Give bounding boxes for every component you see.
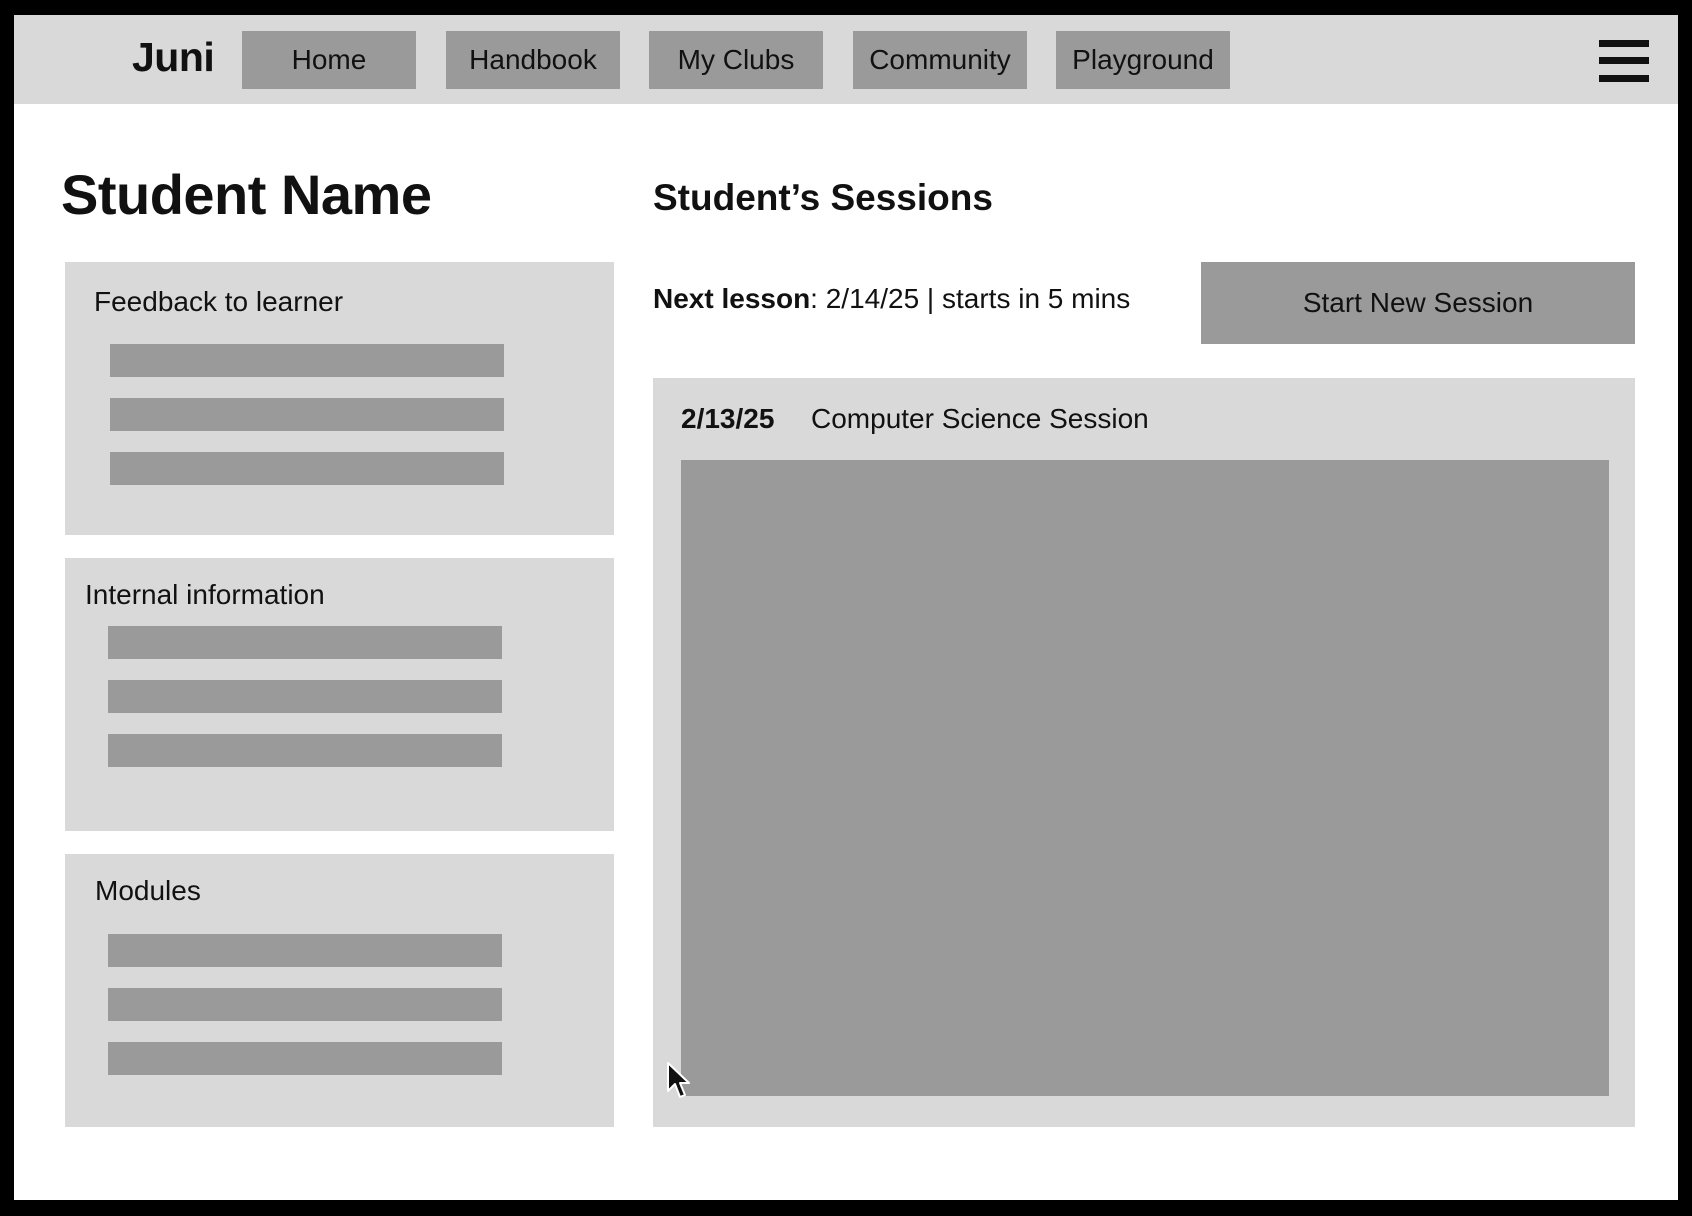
placeholder-bar — [108, 934, 502, 967]
next-lesson-detail: : 2/14/25 | starts in 5 mins — [810, 283, 1131, 314]
feedback-panel: Feedback to learner — [65, 262, 614, 535]
session-media-placeholder[interactable] — [681, 460, 1609, 1096]
app-window: Juni Home Handbook My Clubs Community Pl… — [14, 15, 1678, 1200]
placeholder-bar — [108, 1042, 502, 1075]
internal-information-panel-title: Internal information — [85, 579, 325, 610]
modules-panel: Modules — [65, 854, 614, 1127]
sessions-heading: Student’s Sessions — [653, 177, 993, 218]
nav-my-clubs-button[interactable]: My Clubs — [649, 31, 823, 89]
top-navbar: Juni Home Handbook My Clubs Community Pl… — [14, 15, 1678, 104]
hamburger-menu-icon[interactable] — [1599, 40, 1649, 82]
nav-handbook-button[interactable]: Handbook — [446, 31, 620, 89]
nav-community-button[interactable]: Community — [853, 31, 1027, 89]
placeholder-bar — [108, 988, 502, 1021]
start-new-session-button[interactable]: Start New Session — [1201, 262, 1635, 344]
modules-panel-title: Modules — [95, 875, 201, 906]
student-name-heading: Student Name — [61, 163, 432, 226]
session-card: 2/13/25 Computer Science Session — [653, 378, 1635, 1127]
feedback-panel-title: Feedback to learner — [94, 286, 344, 317]
nav-playground-button[interactable]: Playground — [1056, 31, 1230, 89]
session-date: 2/13/25 — [681, 403, 775, 434]
placeholder-bar — [108, 626, 502, 659]
placeholder-bar — [110, 398, 504, 431]
next-lesson-info: Next lesson: 2/14/25 | starts in 5 mins — [653, 283, 1130, 315]
next-lesson-label: Next lesson — [653, 283, 811, 314]
placeholder-bar — [110, 344, 504, 377]
nav-home-button[interactable]: Home — [242, 31, 416, 89]
session-title: Computer Science Session — [811, 403, 1149, 434]
app-logo[interactable]: Juni — [132, 34, 215, 81]
placeholder-bar — [108, 680, 502, 713]
internal-information-panel: Internal information — [65, 558, 614, 831]
mouse-pointer-icon — [667, 1062, 690, 1098]
placeholder-bar — [108, 734, 502, 767]
placeholder-bar — [110, 452, 504, 485]
